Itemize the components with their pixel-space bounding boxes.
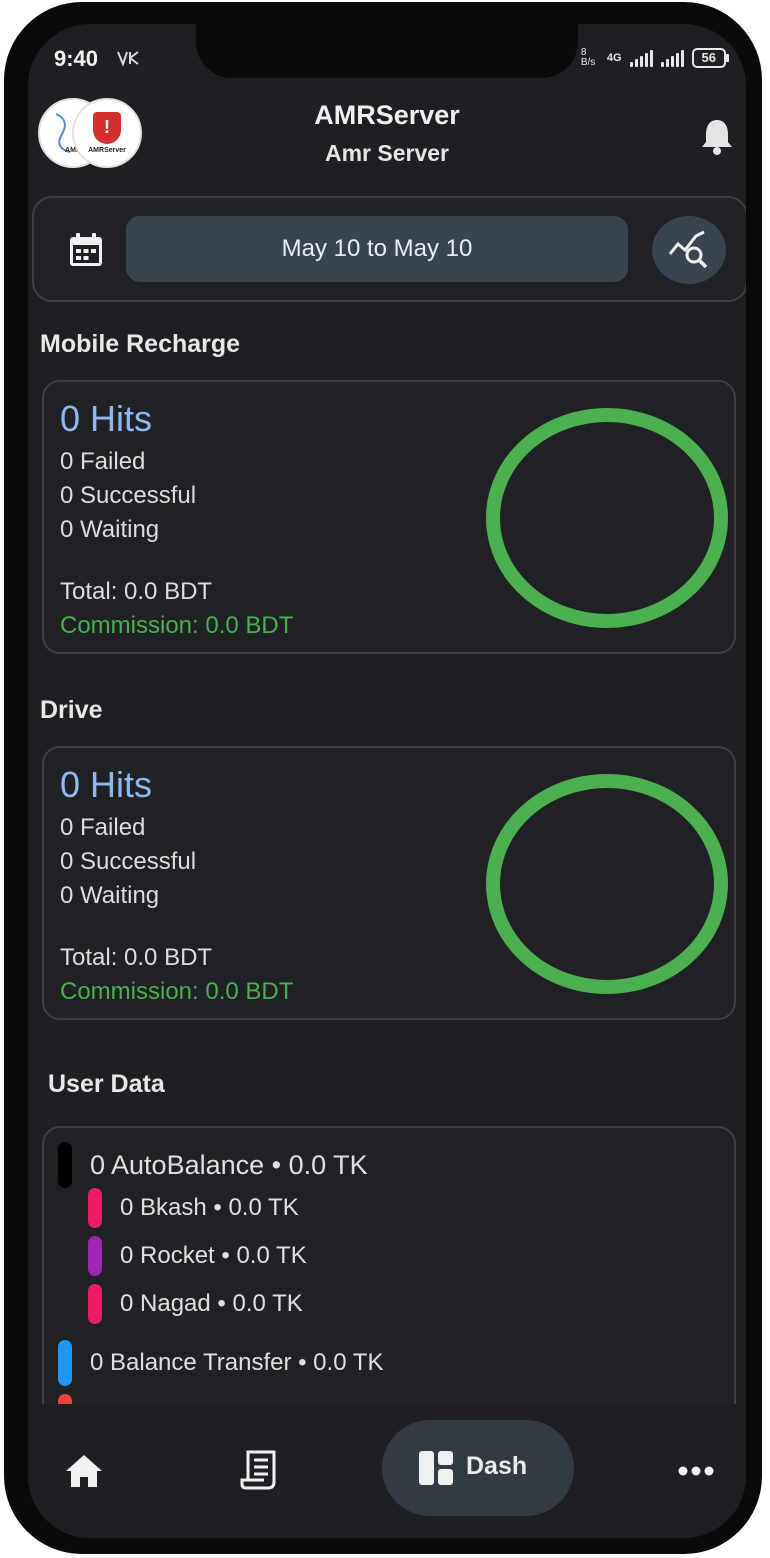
mobile-recharge-commission: Commission: 0.0 BDT <box>60 612 294 639</box>
drive-failed: 0 Failed <box>60 814 146 841</box>
nagad-label: 0 Nagad • 0.0 TK <box>120 1290 303 1317</box>
network-type: 4G <box>606 52 622 64</box>
dash-nav-button[interactable]: Dash <box>382 1420 574 1516</box>
autobalance-color-bar <box>58 1142 72 1188</box>
mobile-recharge-failed: 0 Failed <box>60 448 146 475</box>
user-data-item-bkash[interactable]: 0 Bkash • 0.0 TK <box>88 1188 299 1228</box>
bottom-navigation: Dash <box>28 1404 746 1538</box>
drive-waiting: 0 Waiting <box>60 882 160 909</box>
mobile-recharge-hits: 0 Hits <box>60 398 153 439</box>
dashboard-icon <box>419 1451 453 1485</box>
mobile-recharge-donut-chart <box>486 408 728 628</box>
dash-nav-label: Dash <box>466 1452 528 1480</box>
drive-card[interactable]: 0 Hits 0 Failed 0 Successful 0 Waiting T… <box>42 746 736 1020</box>
bkash-color-bar <box>88 1188 102 1228</box>
section-title-drive: Drive <box>40 696 103 724</box>
user-data-card: 0 AutoBalance • 0.0 TK 0 Bkash • 0.0 TK … <box>42 1126 736 1446</box>
mobile-recharge-total: Total: 0.0 BDT <box>60 578 213 605</box>
date-range-button[interactable]: May 10 to May 10 <box>126 216 628 282</box>
date-filter-card: May 10 to May 10 <box>32 196 746 302</box>
rocket-color-bar <box>88 1236 102 1276</box>
mobile-recharge-card[interactable]: 0 Hits 0 Failed 0 Successful 0 Waiting T… <box>42 380 736 654</box>
section-title-mobile-recharge: Mobile Recharge <box>40 330 241 358</box>
status-right-cluster: 8 B/s 4G 56 <box>580 47 730 68</box>
app-header: AMR ! AMRServer AMRServer Amr Server <box>28 94 746 194</box>
drive-hits: 0 Hits <box>60 764 153 805</box>
receipt-icon <box>240 1450 276 1490</box>
mobile-recharge-waiting: 0 Waiting <box>60 516 160 543</box>
calendar-icon[interactable] <box>68 232 104 268</box>
user-data-item-balance-transfer[interactable]: 0 Balance Transfer • 0.0 TK <box>58 1340 383 1386</box>
analytics-search-button[interactable] <box>652 216 726 284</box>
balance-transfer-color-bar <box>58 1340 72 1386</box>
more-dots-icon <box>678 1466 714 1476</box>
vpn-status-icon <box>116 48 142 73</box>
status-time: 9:40 <box>54 46 99 71</box>
rocket-label: 0 Rocket • 0.0 TK <box>120 1242 307 1269</box>
app-title: AMRServer <box>314 100 460 130</box>
drive-commission: Commission: 0.0 BDT <box>60 978 294 1005</box>
chart-search-icon <box>668 230 708 269</box>
receipt-nav-button[interactable] <box>240 1450 278 1490</box>
home-nav-button[interactable] <box>64 1452 104 1490</box>
drive-donut-chart <box>486 774 728 994</box>
section-title-user-data: User Data <box>48 1070 165 1098</box>
bkash-label: 0 Bkash • 0.0 TK <box>120 1194 299 1221</box>
user-data-item-autobalance[interactable]: 0 AutoBalance • 0.0 TK <box>58 1142 368 1188</box>
network-speed: 8 B/s <box>580 47 596 68</box>
signal-icon-2 <box>660 49 684 67</box>
notification-bell-icon[interactable] <box>700 116 734 156</box>
mobile-recharge-successful: 0 Successful <box>60 482 197 509</box>
user-data-item-rocket[interactable]: 0 Rocket • 0.0 TK <box>88 1236 307 1276</box>
drive-successful: 0 Successful <box>60 848 197 875</box>
user-data-item-nagad[interactable]: 0 Nagad • 0.0 TK <box>88 1284 303 1324</box>
nagad-color-bar <box>88 1284 102 1324</box>
phone-frame: 9:40 8 B/s 4G 56 AMR ! AMRServer AMRServ… <box>4 2 762 1554</box>
autobalance-label: 0 AutoBalance • 0.0 TK <box>90 1149 368 1180</box>
camera-notch <box>196 24 578 78</box>
signal-icon-1 <box>629 49 653 67</box>
app-screen: 9:40 8 B/s 4G 56 AMR ! AMRServer AMRServ… <box>28 24 746 1538</box>
home-icon <box>66 1455 102 1487</box>
more-nav-button[interactable] <box>678 1464 714 1476</box>
balance-transfer-label: 0 Balance Transfer • 0.0 TK <box>90 1349 384 1376</box>
app-subtitle: Amr Server <box>324 140 450 166</box>
drive-total: Total: 0.0 BDT <box>60 944 213 971</box>
battery-icon: 56 <box>691 48 730 68</box>
